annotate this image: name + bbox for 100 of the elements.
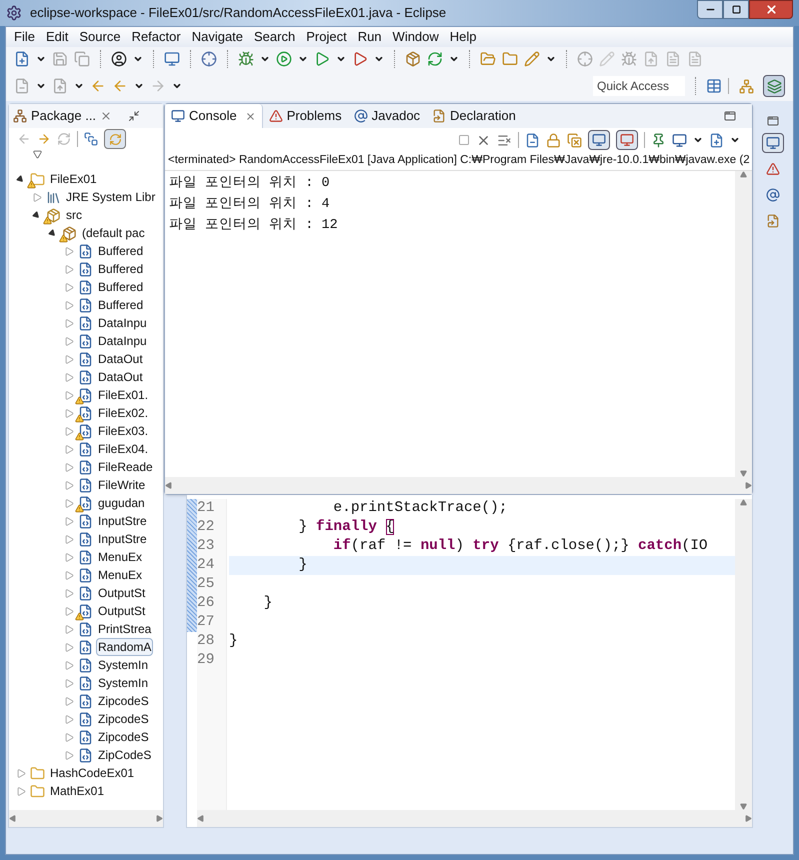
user-icon[interactable] xyxy=(111,51,127,67)
tree-item[interactable]: InputStre xyxy=(96,512,149,530)
tree-item[interactable]: HashCodeEx01 xyxy=(48,764,136,782)
menu-item[interactable]: Run xyxy=(358,27,382,47)
scroll-left-icon[interactable] xyxy=(9,815,16,822)
scroll-down-icon[interactable] xyxy=(740,803,747,810)
menu-item[interactable]: Source xyxy=(79,27,121,47)
new-file-icon[interactable] xyxy=(14,51,30,67)
open-folder-icon[interactable] xyxy=(502,51,518,67)
new-package-icon[interactable] xyxy=(405,51,421,67)
dropdown-caret-icon[interactable] xyxy=(74,81,84,91)
scroll-right-icon[interactable] xyxy=(156,815,163,822)
scroll-lock-icon[interactable] xyxy=(546,132,561,148)
collapsed-arrow-icon[interactable] xyxy=(65,624,74,634)
menu-item[interactable]: Edit xyxy=(46,27,68,47)
pencil-icon[interactable] xyxy=(524,51,540,67)
dropdown-caret-icon[interactable] xyxy=(449,54,459,64)
restore-icon[interactable] xyxy=(767,115,779,127)
at-sign-icon[interactable] xyxy=(766,188,780,202)
scroll-right-icon[interactable] xyxy=(745,815,752,822)
next-annotation-icon[interactable] xyxy=(14,78,30,94)
monitor-icon[interactable] xyxy=(620,133,634,147)
view-tab[interactable]: Problems xyxy=(262,104,348,128)
collapsed-arrow-icon[interactable] xyxy=(65,750,74,760)
tree-item[interactable]: ZipcodeS xyxy=(96,710,151,728)
collapsed-arrow-icon[interactable] xyxy=(65,300,74,310)
menu-item[interactable]: File xyxy=(14,27,35,47)
dropdown-caret-icon[interactable] xyxy=(134,81,144,91)
back-icon[interactable] xyxy=(112,78,128,94)
console-icon[interactable] xyxy=(766,136,780,150)
tree-item[interactable]: ZipCodeS xyxy=(96,746,154,764)
collapsed-arrow-icon[interactable] xyxy=(65,336,74,346)
maximize-icon[interactable] xyxy=(732,5,740,14)
tree-item[interactable]: FileEx04. xyxy=(96,440,150,458)
restore-icon[interactable] xyxy=(724,110,736,122)
open-type-icon[interactable] xyxy=(480,51,496,67)
tree-item[interactable]: PrintStrea xyxy=(96,620,154,638)
collapsed-arrow-icon[interactable] xyxy=(65,246,74,256)
collapsed-arrow-icon[interactable] xyxy=(65,480,74,490)
package-explorer-icon[interactable] xyxy=(13,109,27,123)
declaration-icon[interactable] xyxy=(766,214,780,228)
scroll-up-icon[interactable] xyxy=(740,499,747,506)
pin-icon[interactable] xyxy=(651,132,666,148)
collapsed-arrow-icon[interactable] xyxy=(65,588,74,598)
horizontal-scrollbar[interactable] xyxy=(165,477,752,494)
collapsed-arrow-icon[interactable] xyxy=(65,732,74,742)
dropdown-caret-icon[interactable] xyxy=(260,54,270,64)
remove-all-icon[interactable] xyxy=(497,132,512,148)
collapsed-arrow-icon[interactable] xyxy=(65,696,74,706)
minimize-button[interactable] xyxy=(697,0,723,19)
link-with-editor-button[interactable] xyxy=(104,129,126,149)
menu-item[interactable]: Search xyxy=(254,27,296,47)
tree-item[interactable]: src xyxy=(64,206,84,224)
view-tab[interactable]: Javadoc xyxy=(348,104,426,128)
monitor-icon[interactable] xyxy=(592,133,606,147)
console-button[interactable] xyxy=(762,133,784,153)
save-all-icon[interactable] xyxy=(74,51,90,67)
tree-item[interactable]: FileEx03. xyxy=(96,422,150,440)
dropdown-caret-icon[interactable] xyxy=(336,54,346,64)
tree-item[interactable]: FileEx01. xyxy=(96,386,150,404)
tree-item[interactable]: ZipcodeS xyxy=(96,692,151,710)
run-icon[interactable] xyxy=(276,51,292,67)
vertical-scrollbar[interactable] xyxy=(735,499,752,810)
open-console-icon[interactable] xyxy=(709,132,724,148)
collapsed-arrow-icon[interactable] xyxy=(65,462,74,472)
tree-item[interactable]: Buffered xyxy=(96,278,146,296)
previous-annotation-icon[interactable] xyxy=(52,78,68,94)
close-icon[interactable] xyxy=(100,110,112,122)
collapsed-arrow-icon[interactable] xyxy=(65,570,74,580)
tree-item[interactable]: InputStre xyxy=(96,530,149,548)
collapsed-arrow-icon[interactable] xyxy=(65,444,74,454)
debug-icon[interactable] xyxy=(238,51,254,67)
problems-icon[interactable] xyxy=(766,162,780,176)
horizontal-scrollbar[interactable] xyxy=(9,810,163,827)
last-edit-icon[interactable] xyxy=(90,78,106,94)
collapsed-arrow-icon[interactable] xyxy=(65,408,74,418)
collapsed-arrow-icon[interactable] xyxy=(65,552,74,562)
scroll-left-icon[interactable] xyxy=(165,482,172,489)
collapsed-arrow-icon[interactable] xyxy=(65,606,74,616)
collapsed-arrow-icon[interactable] xyxy=(65,372,74,382)
tree-item[interactable]: SystemIn xyxy=(96,656,150,674)
view-tab[interactable]: Console xyxy=(165,104,263,128)
scroll-left-icon[interactable] xyxy=(197,815,204,822)
collapsed-arrow-icon[interactable] xyxy=(65,498,74,508)
collapsed-arrow-icon[interactable] xyxy=(65,678,74,688)
menu-item[interactable]: Window xyxy=(392,27,439,47)
collapsed-arrow-icon[interactable] xyxy=(65,426,74,436)
collapsed-arrow-icon[interactable] xyxy=(17,768,26,778)
collapsed-arrow-icon[interactable] xyxy=(65,282,74,292)
stop-icon[interactable] xyxy=(458,134,470,146)
collapsed-arrow-icon[interactable] xyxy=(65,714,74,724)
collapsed-arrow-icon[interactable] xyxy=(65,660,74,670)
tree-item[interactable]: (default pac xyxy=(80,224,147,242)
close-icon[interactable] xyxy=(244,110,256,122)
tree-item[interactable]: Buffered xyxy=(96,260,146,278)
dropdown-caret-icon[interactable] xyxy=(172,81,182,91)
collapsed-arrow-icon[interactable] xyxy=(65,390,74,400)
collapsed-arrow-icon[interactable] xyxy=(65,264,74,274)
monitor-icon[interactable] xyxy=(164,51,180,67)
minimize-icon[interactable] xyxy=(128,110,140,122)
